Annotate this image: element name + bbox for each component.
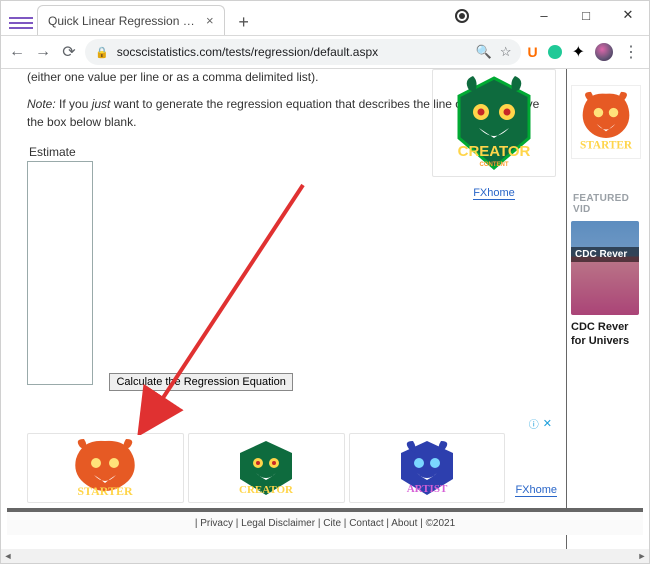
featured-header: FEATURED VID	[573, 193, 643, 215]
svg-text:STARTER: STARTER	[78, 484, 134, 498]
app-menu-icon[interactable]	[9, 11, 33, 35]
back-button[interactable]: ←	[7, 42, 27, 62]
svg-text:CREATOR: CREATOR	[239, 484, 294, 496]
starter-large-logo-icon: STARTER	[574, 88, 638, 156]
creator-logo-icon: CREATOR CONTENT	[439, 72, 549, 172]
video-overlay-text: CDC Rever	[571, 247, 639, 262]
svg-text:ARTIST: ARTIST	[407, 483, 448, 495]
video-caption[interactable]: CDC Rever for Univers	[571, 321, 641, 349]
calculate-regression-button[interactable]: Calculate the Regression Equation	[109, 373, 292, 391]
scroll-track[interactable]	[15, 549, 635, 563]
svg-text:STARTER: STARTER	[580, 139, 633, 151]
window-maximize-button[interactable]: □	[565, 1, 607, 29]
forward-button[interactable]: →	[33, 42, 53, 62]
footer-privacy[interactable]: Privacy	[200, 518, 233, 529]
new-tab-button[interactable]: +	[231, 9, 257, 35]
browser-tab[interactable]: Quick Linear Regression Calculat ×	[37, 5, 225, 35]
note-label: Note:	[27, 97, 56, 111]
featured-video-thumb[interactable]: CDC Rever	[571, 221, 639, 315]
ad-choices: ⓘ ✕	[529, 416, 552, 431]
ad-cell-creator[interactable]: CREATOR	[188, 433, 345, 503]
footer-contact[interactable]: Contact	[349, 518, 383, 529]
ad-top-right: CREATOR CONTENT FXhome	[432, 69, 556, 201]
ad-top-link[interactable]: FXhome	[473, 187, 515, 200]
right-rail: STARTER FEATURED VID CDC Rever CDC Rever…	[569, 69, 643, 549]
svg-text:CONTENT: CONTENT	[480, 162, 509, 168]
footer-copyright: ©2021	[426, 518, 456, 529]
viewport-content: (either one value per line or as a comma…	[1, 69, 649, 549]
address-bar[interactable]: 🔒 socscistatistics.com/tests/regression/…	[85, 39, 521, 65]
chrome-menu-icon[interactable]: ⋮	[623, 42, 639, 62]
extension-u-icon[interactable]: U	[527, 44, 537, 60]
starter-logo-icon: STARTER	[60, 437, 150, 499]
footer-legal[interactable]: Legal Disclaimer	[241, 518, 315, 529]
ad-card-creator[interactable]: CREATOR CONTENT	[432, 69, 556, 177]
ad-info-icon[interactable]: ⓘ	[529, 416, 539, 431]
annotation-arrow-icon	[103, 175, 323, 435]
ad-cell-starter[interactable]: STARTER	[27, 433, 184, 503]
rail-ad-starter[interactable]: STARTER	[571, 85, 641, 159]
footer-cite[interactable]: Cite	[323, 518, 341, 529]
artist-logo-icon: ARTIST	[387, 437, 467, 499]
profile-avatar[interactable]	[595, 43, 613, 61]
ad-row-link[interactable]: FXhome	[515, 484, 557, 497]
main-column: (either one value per line or as a comma…	[15, 69, 567, 549]
ad-close-icon[interactable]: ✕	[543, 417, 552, 430]
window-close-button[interactable]: ✕	[607, 1, 649, 29]
extensions-puzzle-icon[interactable]: ✦	[572, 42, 585, 62]
browser-titlebar: Quick Linear Regression Calculat × + – □…	[1, 1, 649, 35]
search-in-page-icon[interactable]: 🔍	[476, 44, 492, 60]
estimate-textarea[interactable]	[27, 161, 93, 385]
ad-row: STARTER CREATOR	[27, 433, 557, 503]
window-minimize-button[interactable]: –	[523, 1, 565, 29]
tab-close-icon[interactable]: ×	[206, 13, 214, 28]
reload-button[interactable]: ⟳	[59, 42, 79, 62]
ad-cell-artist[interactable]: ARTIST	[349, 433, 506, 503]
extension-grammarly-icon[interactable]	[548, 45, 562, 59]
url-text: socscistatistics.com/tests/regression/de…	[117, 45, 468, 59]
note-emphasis: just	[92, 97, 111, 111]
recording-indicator-icon[interactable]	[455, 9, 469, 23]
lock-icon: 🔒	[95, 46, 109, 59]
browser-toolbar: ← → ⟳ 🔒 socscistatistics.com/tests/regre…	[1, 35, 649, 69]
bookmark-star-icon[interactable]: ☆	[500, 44, 512, 60]
creator-small-logo-icon: CREATOR	[226, 437, 306, 499]
scroll-left-icon[interactable]: ◄	[1, 549, 15, 563]
footer-about[interactable]: About	[391, 518, 417, 529]
scroll-right-icon[interactable]: ►	[635, 549, 649, 563]
tab-title: Quick Linear Regression Calculat	[48, 14, 198, 28]
svg-text:CREATOR: CREATOR	[458, 143, 531, 160]
window-horizontal-scrollbar[interactable]: ◄ ►	[1, 549, 649, 563]
page-footer: | Privacy | Legal Disclaimer | Cite | Co…	[7, 508, 643, 535]
